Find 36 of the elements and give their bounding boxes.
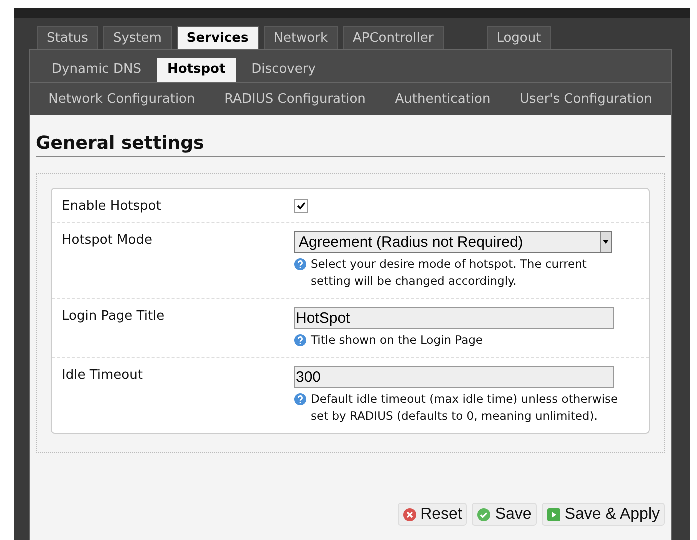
checkbox[interactable] [294,199,308,213]
section-tab[interactable]: Network Configuration [48,92,196,106]
help-icon [294,258,307,271]
section-heading: General settings [36,133,665,157]
field-label: Hotspot Mode [62,232,154,250]
save-button[interactable]: Save [472,503,537,526]
nav-tab[interactable]: Logout [486,26,552,49]
field-label: Login Page Title [62,308,166,326]
sub-tab[interactable]: Hotspot [157,58,236,82]
nav-tab[interactable]: Status [37,26,98,49]
help-text: Default idle timeout (max idle time) unless otherwise set by RADIUS (defaults to 0, meaning unlimited). [311,391,620,425]
nav-tab[interactable]: Network [264,26,338,49]
sub-tab[interactable]: Discovery [242,58,326,82]
input-field[interactable]: HotSpot [294,307,614,329]
input-field[interactable]: 300 [294,366,614,388]
play-icon [546,508,561,522]
help-text: Select your desire mode of hotspot. The current setting will be changed accordingly. [311,256,588,290]
help-text: Title shown on the Login Page [311,332,484,349]
nav-tab[interactable]: Services [176,26,259,49]
apply-button[interactable]: Save & Apply [542,503,665,526]
section-tab[interactable]: RADIUS Configuration [224,92,366,106]
reset-button[interactable]: Reset [398,503,468,526]
section-tab[interactable]: User's Configuration [520,92,652,106]
field-label: Enable Hotspot [62,198,162,214]
field-label: Idle Timeout [62,367,144,385]
check-mark-icon [296,202,306,210]
help-icon [294,334,307,347]
sub-tab[interactable]: Dynamic DNS [42,58,152,82]
help-icon [294,393,307,406]
section-tab[interactable]: Authentication [395,92,491,106]
caret-icon [603,240,609,244]
check-icon [477,508,492,522]
nav-tab[interactable]: APController [343,26,444,49]
nav-tab[interactable]: System [103,26,172,49]
close-icon [402,508,417,522]
select-field[interactable]: Agreement (Radius not Required) [294,231,612,253]
